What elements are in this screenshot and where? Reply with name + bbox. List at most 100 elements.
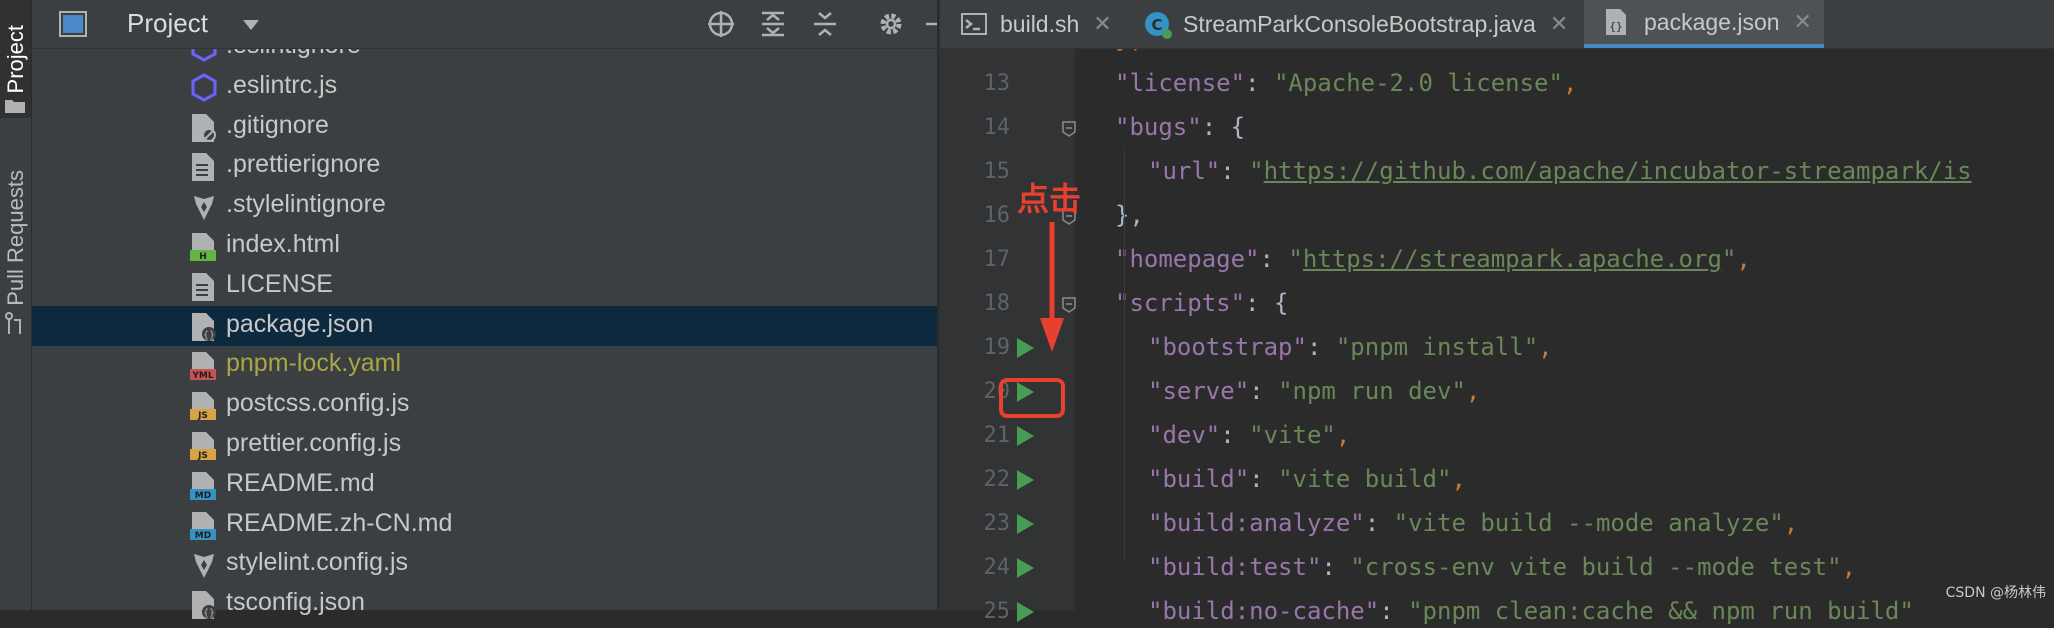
line-number: 25 <box>983 599 1011 624</box>
project-panel-title: Project <box>127 8 208 38</box>
crosshair-icon[interactable] <box>705 8 737 40</box>
file-name: postcss.config.js <box>226 389 410 418</box>
code-token: , <box>1538 333 1553 361</box>
code-token: "scripts" <box>1115 289 1246 317</box>
file-name: README.md <box>226 468 375 497</box>
close-icon[interactable]: ✕ <box>1794 9 1812 35</box>
code-token: "vite build --mode analyze" <box>1393 509 1784 537</box>
file-tree-item[interactable]: .eslintrc.js <box>32 67 937 107</box>
code-token: "license" <box>1115 69 1246 97</box>
eslint-icon <box>190 73 218 103</box>
svg-text:{}: {} <box>203 330 215 341</box>
close-icon[interactable]: ✕ <box>1093 11 1111 37</box>
tab-build-sh[interactable]: build.sh ✕ <box>960 0 1112 48</box>
code-token: }, <box>1115 201 1144 229</box>
chevron-down-icon[interactable] <box>242 18 260 30</box>
code-line: "url": "https://github.com/apache/incuba… <box>1148 157 1972 185</box>
code-token: : <box>1245 69 1274 97</box>
code-token: "vite build" <box>1278 465 1452 493</box>
code-token: : <box>1321 553 1351 581</box>
expand-all-icon[interactable] <box>757 8 789 40</box>
run-script-icon[interactable] <box>1015 425 1035 447</box>
js-file-icon: JS <box>190 431 218 461</box>
file-tree-item[interactable]: MD README.md <box>32 465 937 505</box>
code-token: "npm run dev" <box>1278 377 1466 405</box>
run-script-icon[interactable] <box>1015 337 1035 359</box>
file-name: .eslintrc.js <box>226 70 338 99</box>
svg-text:{}: {} <box>1609 20 1622 33</box>
tool-tab-pull-requests[interactable]: Pull Requests <box>0 158 31 318</box>
code-token: : <box>1249 465 1279 493</box>
tab-streampark-console-bootstrap[interactable]: C StreamParkConsoleBootstrap.java ✕ <box>1143 0 1568 48</box>
file-tree-item[interactable]: .prettierignore <box>32 146 937 186</box>
code-line: "build": "vite build", <box>1148 465 1466 493</box>
file-tree-item[interactable]: .gitignore <box>32 107 937 147</box>
run-script-icon[interactable] <box>1015 557 1035 579</box>
code-token: " <box>1288 245 1303 273</box>
code-token: , <box>1736 245 1751 273</box>
file-tree-item[interactable]: JS prettier.config.js <box>32 425 937 465</box>
file-tree-item[interactable]: JS postcss.config.js <box>32 385 937 425</box>
file-name: README.zh-CN.md <box>226 508 453 537</box>
indent-guide <box>1124 150 1125 560</box>
code-token: "build:test" <box>1148 553 1322 581</box>
code-token[interactable]: https://streampark.apache.org <box>1303 245 1722 273</box>
svg-text:MD: MD <box>195 491 211 501</box>
yaml-file-icon: YML <box>190 351 218 381</box>
collapse-all-icon[interactable] <box>809 8 841 40</box>
code-token: "pnpm clean:cache && npm run build" <box>1408 597 1914 625</box>
file-name: .gitignore <box>226 110 329 139</box>
file-tree-item[interactable]: YML pnpm-lock.yaml <box>32 345 937 385</box>
json-file-icon: {} <box>190 590 218 620</box>
code-token: "Apache-2.0 license" <box>1273 69 1563 97</box>
code-token: , <box>1451 465 1466 493</box>
stylelint-icon <box>190 550 218 580</box>
code-line: "build:test": "cross-env vite build --mo… <box>1148 553 1856 581</box>
file-tree-item[interactable]: {} package.json <box>32 305 937 346</box>
file-tree-item[interactable]: LICENSE <box>32 266 937 306</box>
code-token: : <box>1220 421 1250 449</box>
editor-tab-bar: build.sh ✕ C StreamParkConsoleBootstrap.… <box>940 0 2054 49</box>
close-icon[interactable]: ✕ <box>1550 11 1568 37</box>
annotation-label: 点击 <box>1017 180 1082 218</box>
tab-package-json[interactable]: {} package.json ✕ <box>1584 0 1824 48</box>
pull-request-icon <box>4 312 26 336</box>
code-token: : <box>1364 509 1394 537</box>
code-token: , <box>1841 553 1857 581</box>
file-name: .stylelintignore <box>226 190 386 219</box>
run-script-icon[interactable] <box>1015 469 1035 491</box>
svg-text:C: C <box>1151 16 1162 34</box>
minimize-icon[interactable] <box>926 8 937 40</box>
project-view-icon <box>59 11 87 37</box>
code-line: "build:analyze": "vite build --mode anal… <box>1148 509 1798 537</box>
file-name: pnpm-lock.yaml <box>226 349 402 378</box>
run-script-icon[interactable] <box>1015 601 1035 623</box>
line-number: 21 <box>983 423 1011 448</box>
folder-icon <box>4 98 26 114</box>
annotation-arrow <box>1038 222 1066 354</box>
code-token: : { <box>1245 289 1289 317</box>
fold-marker-icon[interactable] <box>1062 121 1076 137</box>
html-file-icon: H <box>190 232 218 262</box>
code-line: "scripts": { <box>1115 289 1288 317</box>
file-tree-item[interactable]: Hindex.html <box>32 226 937 266</box>
terminal-file-icon <box>960 10 988 38</box>
gear-icon[interactable] <box>875 8 907 40</box>
text-file-icon <box>190 272 218 302</box>
file-tree-item[interactable]: .stylelintignore <box>32 186 937 226</box>
file-tree-item[interactable]: {} tsconfig.json <box>32 584 937 624</box>
file-tree-item[interactable]: MD README.zh-CN.md <box>32 505 937 545</box>
svg-text:H: H <box>199 252 207 262</box>
line-number: 18 <box>983 291 1011 316</box>
file-name: LICENSE <box>226 269 333 298</box>
line-number: 15 <box>983 159 1011 184</box>
stylelint-icon <box>190 192 218 222</box>
code-line: "build:no-cache": "pnpm clean:cache && n… <box>1148 597 1914 625</box>
file-tree-item[interactable]: stylelint.config.js <box>32 544 937 584</box>
code-line: "homepage": "https://streampark.apache.o… <box>1115 245 1751 273</box>
code-token[interactable]: https://github.com/apache/incubator-stre… <box>1264 157 1972 185</box>
watermark: CSDN @杨林伟 <box>1945 585 2046 601</box>
tab-label: StreamParkConsoleBootstrap.java <box>1183 10 1536 37</box>
run-script-icon[interactable] <box>1015 513 1035 535</box>
editor-area: build.sh ✕ C StreamParkConsoleBootstrap.… <box>939 0 2054 625</box>
